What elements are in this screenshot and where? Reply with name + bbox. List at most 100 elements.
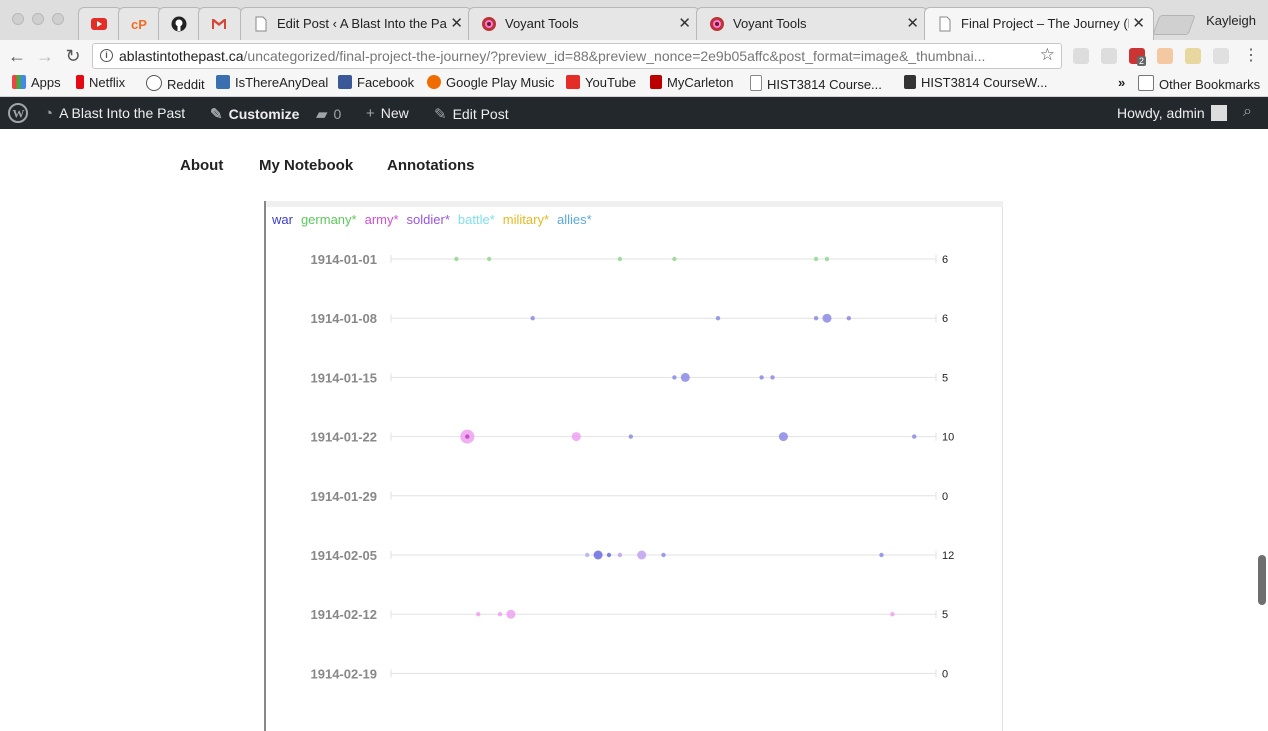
menu-icon[interactable]: ⋮ bbox=[1240, 45, 1262, 67]
data-point[interactable] bbox=[628, 434, 633, 439]
bookmark-star-icon[interactable]: ☆ bbox=[1040, 45, 1055, 65]
gmail-icon bbox=[212, 19, 226, 29]
pinned-tab-gmail[interactable] bbox=[198, 7, 242, 40]
info-icon[interactable]: i bbox=[100, 49, 113, 62]
pinned-tab-cpanel[interactable]: cP bbox=[118, 7, 162, 40]
data-point[interactable] bbox=[770, 375, 775, 380]
window-minimize-button[interactable] bbox=[32, 13, 44, 25]
page-scrollbar[interactable] bbox=[1258, 555, 1266, 605]
avatar[interactable] bbox=[1211, 105, 1227, 121]
data-point[interactable] bbox=[617, 552, 623, 558]
bookmark-facebook[interactable]: Facebook bbox=[338, 75, 414, 93]
bookmark-youtube[interactable]: YouTube bbox=[566, 75, 636, 93]
admin-site-link[interactable]: ◔ A Blast Into the Past bbox=[44, 105, 185, 122]
pencil-icon: ✎ bbox=[434, 106, 447, 123]
profile-name[interactable]: Kayleigh bbox=[1206, 13, 1256, 28]
row-date-label: 1914-01-01 bbox=[311, 252, 378, 267]
data-point[interactable] bbox=[606, 552, 612, 558]
bookmark-reddit[interactable]: Reddit bbox=[146, 75, 205, 93]
data-point[interactable] bbox=[778, 432, 788, 442]
page-content: war germany* army* soldier* battle* military*… bbox=[0, 201, 1268, 731]
data-point[interactable] bbox=[593, 550, 603, 560]
reddit-icon bbox=[146, 75, 162, 91]
data-point[interactable] bbox=[454, 256, 459, 262]
data-point[interactable] bbox=[715, 316, 721, 321]
admin-customize-link[interactable]: ✎ Customize bbox=[210, 105, 299, 123]
admin-edit-post-link[interactable]: ✎ Edit Post bbox=[434, 105, 509, 123]
data-point[interactable] bbox=[879, 552, 884, 558]
data-point[interactable] bbox=[465, 434, 470, 439]
data-point[interactable] bbox=[486, 256, 492, 262]
bookmark-hist3814-1[interactable]: HIST3814 Course... bbox=[750, 75, 882, 93]
row-date-label: 1914-02-12 bbox=[311, 607, 378, 622]
address-bar[interactable]: i ablastintothepast.ca/uncategorized/fin… bbox=[92, 43, 1062, 69]
wp-admin-bar: W ◔ A Blast Into the Past ✎ Customize ▰ 0 +… bbox=[0, 97, 1268, 129]
tab-edit-post[interactable]: Edit Post ‹ A Blast Into the Past ✕ bbox=[240, 7, 472, 40]
data-point[interactable] bbox=[822, 313, 832, 323]
data-point[interactable] bbox=[912, 434, 917, 439]
tab-close-icon[interactable]: ✕ bbox=[1132, 14, 1145, 32]
pinned-tab-youtube[interactable] bbox=[78, 7, 122, 40]
tab-voyant-2[interactable]: Voyant Tools ✕ bbox=[696, 7, 928, 40]
data-point[interactable] bbox=[846, 316, 851, 321]
cloud-extension-icon[interactable] bbox=[1073, 48, 1089, 64]
bookmark-netflix[interactable]: Netflix bbox=[76, 75, 125, 93]
url-text[interactable]: ablastintothepast.ca/uncategorized/final… bbox=[119, 48, 1029, 64]
bookmark-google-play-music[interactable]: Google Play Music bbox=[427, 75, 554, 93]
data-point[interactable] bbox=[759, 375, 764, 380]
bookmarks-overflow-button[interactable]: » bbox=[1118, 75, 1125, 93]
bookmark-isthereanydeal[interactable]: IsThereAnyDeal bbox=[216, 75, 328, 93]
tab-close-icon[interactable]: ✕ bbox=[450, 14, 463, 32]
data-point[interactable] bbox=[813, 256, 819, 262]
face-extension-icon[interactable] bbox=[1157, 48, 1173, 64]
data-point[interactable] bbox=[672, 256, 677, 262]
note-extension-icon[interactable] bbox=[1185, 48, 1201, 64]
admin-search-icon[interactable]: ⌕ bbox=[1243, 103, 1252, 121]
data-point[interactable] bbox=[506, 609, 516, 619]
row-date-label: 1914-02-19 bbox=[311, 666, 378, 681]
admin-new-link[interactable]: + New bbox=[366, 105, 409, 122]
pinned-tab-github[interactable] bbox=[158, 7, 202, 40]
tab-final-project[interactable]: Final Project – The Journey (N ✕ bbox=[924, 7, 1154, 41]
admin-account-link[interactable]: Howdy, admin bbox=[1117, 105, 1205, 121]
row-date-label: 1914-01-22 bbox=[311, 430, 378, 445]
data-point[interactable] bbox=[617, 256, 623, 262]
reload-button[interactable]: ↻ bbox=[62, 45, 84, 67]
chart-plot: 1914-01-01 6 1914-01-08 6 1914-01-15 5 1914-01… bbox=[311, 252, 955, 681]
window-close-button[interactable] bbox=[12, 13, 24, 25]
admin-comments-link[interactable]: ▰ 0 bbox=[316, 105, 341, 123]
data-point[interactable] bbox=[530, 316, 535, 321]
data-point[interactable] bbox=[497, 612, 503, 617]
window-zoom-button[interactable] bbox=[52, 13, 64, 25]
nav-about[interactable]: About bbox=[180, 157, 223, 174]
bookmark-other[interactable]: Other Bookmarks bbox=[1138, 75, 1260, 93]
data-point[interactable] bbox=[813, 316, 819, 321]
nav-annotations[interactable]: Annotations bbox=[387, 157, 475, 174]
row-date-label: 1914-01-08 bbox=[311, 311, 378, 326]
wordpress-logo-icon[interactable]: W bbox=[8, 103, 28, 126]
tab-close-icon[interactable]: ✕ bbox=[678, 14, 691, 32]
data-point[interactable] bbox=[637, 550, 647, 560]
data-point[interactable] bbox=[585, 552, 590, 558]
row-date-label: 1914-01-15 bbox=[311, 370, 378, 385]
bookmark-apps[interactable]: Apps bbox=[12, 75, 61, 93]
data-point[interactable] bbox=[661, 552, 666, 558]
data-point[interactable] bbox=[824, 256, 830, 262]
tab-title: Voyant Tools bbox=[733, 16, 807, 31]
data-point[interactable] bbox=[476, 612, 481, 617]
back-button[interactable]: ← bbox=[6, 45, 28, 67]
cloud-sync-extension-icon[interactable] bbox=[1213, 48, 1229, 64]
bookmark-hist3814-2[interactable]: HIST3814 CourseW... bbox=[904, 75, 1047, 93]
page-icon bbox=[255, 16, 267, 32]
data-point[interactable] bbox=[672, 375, 677, 380]
new-tab-button[interactable] bbox=[1152, 15, 1196, 35]
data-point[interactable] bbox=[680, 372, 690, 382]
forward-button[interactable]: → bbox=[34, 45, 56, 67]
tab-voyant-1[interactable]: Voyant Tools ✕ bbox=[468, 7, 700, 40]
data-point[interactable] bbox=[890, 612, 895, 617]
bookmark-mycarleton[interactable]: MyCarleton bbox=[650, 75, 733, 93]
data-point[interactable] bbox=[571, 432, 581, 442]
tab-close-icon[interactable]: ✕ bbox=[906, 14, 919, 32]
nav-my-notebook[interactable]: My Notebook bbox=[259, 157, 353, 174]
mail-extension-icon[interactable] bbox=[1101, 48, 1117, 64]
